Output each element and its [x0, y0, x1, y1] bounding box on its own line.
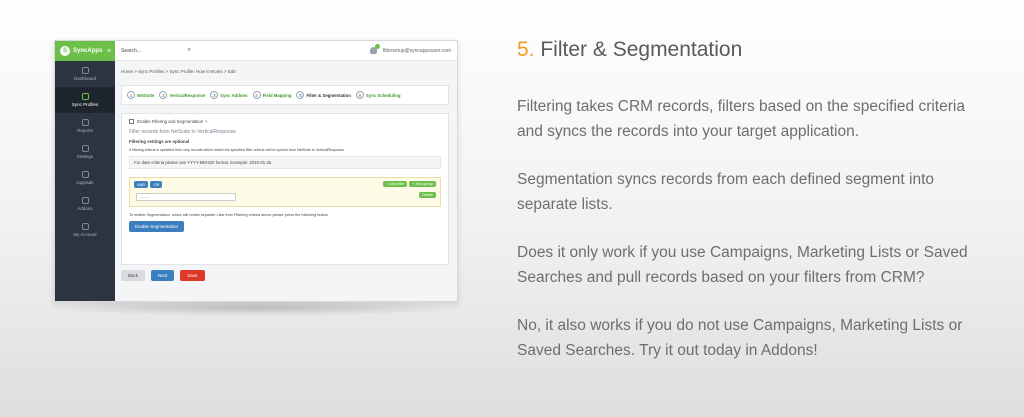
mockup-shadow: [46, 300, 466, 316]
sidebar-item-sync-profiles: Sync Profiles: [55, 87, 115, 113]
paragraph-question: Does it only work if you use Campaigns, …: [517, 244, 968, 286]
step-1: 1 NetSuite: [127, 91, 154, 99]
logo-text: SyncApps: [73, 48, 103, 54]
filter-builder: AND OR + Add filter + Add group ------- De…: [129, 177, 441, 207]
reports-icon: [81, 119, 89, 126]
back-button: Back: [121, 270, 146, 281]
account-icon: [81, 223, 89, 230]
filter-buttons: + Add filter + Add group: [383, 181, 436, 187]
step-4: 4 Field Mapping: [252, 91, 291, 99]
section-title: Filter & Segmentation: [540, 38, 743, 61]
sidebar-item-my-account: My Account: [55, 217, 115, 243]
user-email: filtersetup@syncappsuser.com: [382, 47, 451, 54]
mockup-sidebar: S SyncApps ≡ Dashboard Sync Profiles Rep…: [55, 41, 115, 301]
filter-records-label: Filter records from NetSuite to Vertical…: [129, 129, 236, 135]
segmentation-note: To enable Segmentation, which will creat…: [129, 213, 328, 217]
feature-description: 5. Filter & Segmentation Filtering takes…: [517, 38, 987, 387]
search-icon: ⌕: [187, 47, 191, 53]
mockup-user-area: filtersetup@syncappsuser.com: [369, 44, 451, 54]
section-heading: 5. Filter & Segmentation: [517, 38, 987, 62]
save-button: Save: [180, 270, 205, 281]
paragraph-filtering: Filtering takes CRM records, filters bas…: [517, 98, 965, 140]
wizard-steps: 1 NetSuite 2 VerticalResponse 3 Sync Addons…: [121, 85, 449, 105]
mockup-search: Search... ⌕: [121, 47, 191, 54]
delete-button: Delete: [419, 192, 436, 198]
filter-field-select: -------: [136, 193, 236, 201]
sidebar-item-dashboard: Dashboard: [55, 61, 115, 87]
dashboard-icon: [81, 67, 89, 74]
logo-icon: S: [60, 46, 70, 56]
step-6: 6 Sync Scheduling: [355, 91, 400, 99]
breadcrumb: Home > Sync Profiles > Sync Profile: How…: [121, 69, 236, 74]
section-number: 5.: [517, 38, 535, 61]
addons-icon: [81, 197, 89, 204]
date-note: For date criteria please use YYYY-MM-DD …: [129, 156, 441, 169]
enable-filtering-row: Enable Filtering and Segmentation ✎: [129, 119, 441, 125]
step-3: 3 Sync Addons: [210, 91, 248, 99]
and-or-toggle: AND OR: [134, 181, 163, 188]
sidebar-item-upgrade: Upgrade: [55, 165, 115, 191]
pencil-icon: ✎: [204, 119, 208, 124]
sidebar-item-reports: Reports: [55, 113, 115, 139]
paragraph-segmentation: Segmentation syncs records from each def…: [517, 171, 935, 213]
menu-icon: ≡: [106, 47, 111, 55]
step-5: 5 Filter & Segmentation: [296, 91, 351, 99]
paragraph-answer: No, it also works if you do not use Camp…: [517, 317, 963, 359]
sync-icon: [81, 93, 89, 100]
upgrade-icon: [81, 171, 89, 178]
bell-icon: [369, 44, 380, 54]
step-2: 2 VerticalResponse: [159, 91, 205, 99]
app-mockup-screenshot: S SyncApps ≡ Dashboard Sync Profiles Rep…: [54, 40, 458, 302]
filter-panel: Enable Filtering and Segmentation ✎ Filt…: [121, 113, 449, 265]
next-button: Next: [151, 270, 175, 281]
sidebar-item-settings: Settings: [55, 139, 115, 165]
wizard-buttons: Back Next Save: [121, 270, 205, 281]
mockup-logo: S SyncApps ≡: [55, 41, 115, 61]
enable-segmentation-button: Enable Segmentation: [129, 221, 185, 232]
checkbox-icon: [129, 119, 134, 125]
mockup-topbar: Search... ⌕ filtersetup@syncappsuser.com: [115, 41, 457, 61]
criteria-note: If filtering criteria is specified then …: [129, 148, 344, 152]
gear-icon: [81, 145, 89, 152]
optional-note: Filtering settings are optional: [129, 139, 190, 144]
sidebar-item-addons: Addons: [55, 191, 115, 217]
